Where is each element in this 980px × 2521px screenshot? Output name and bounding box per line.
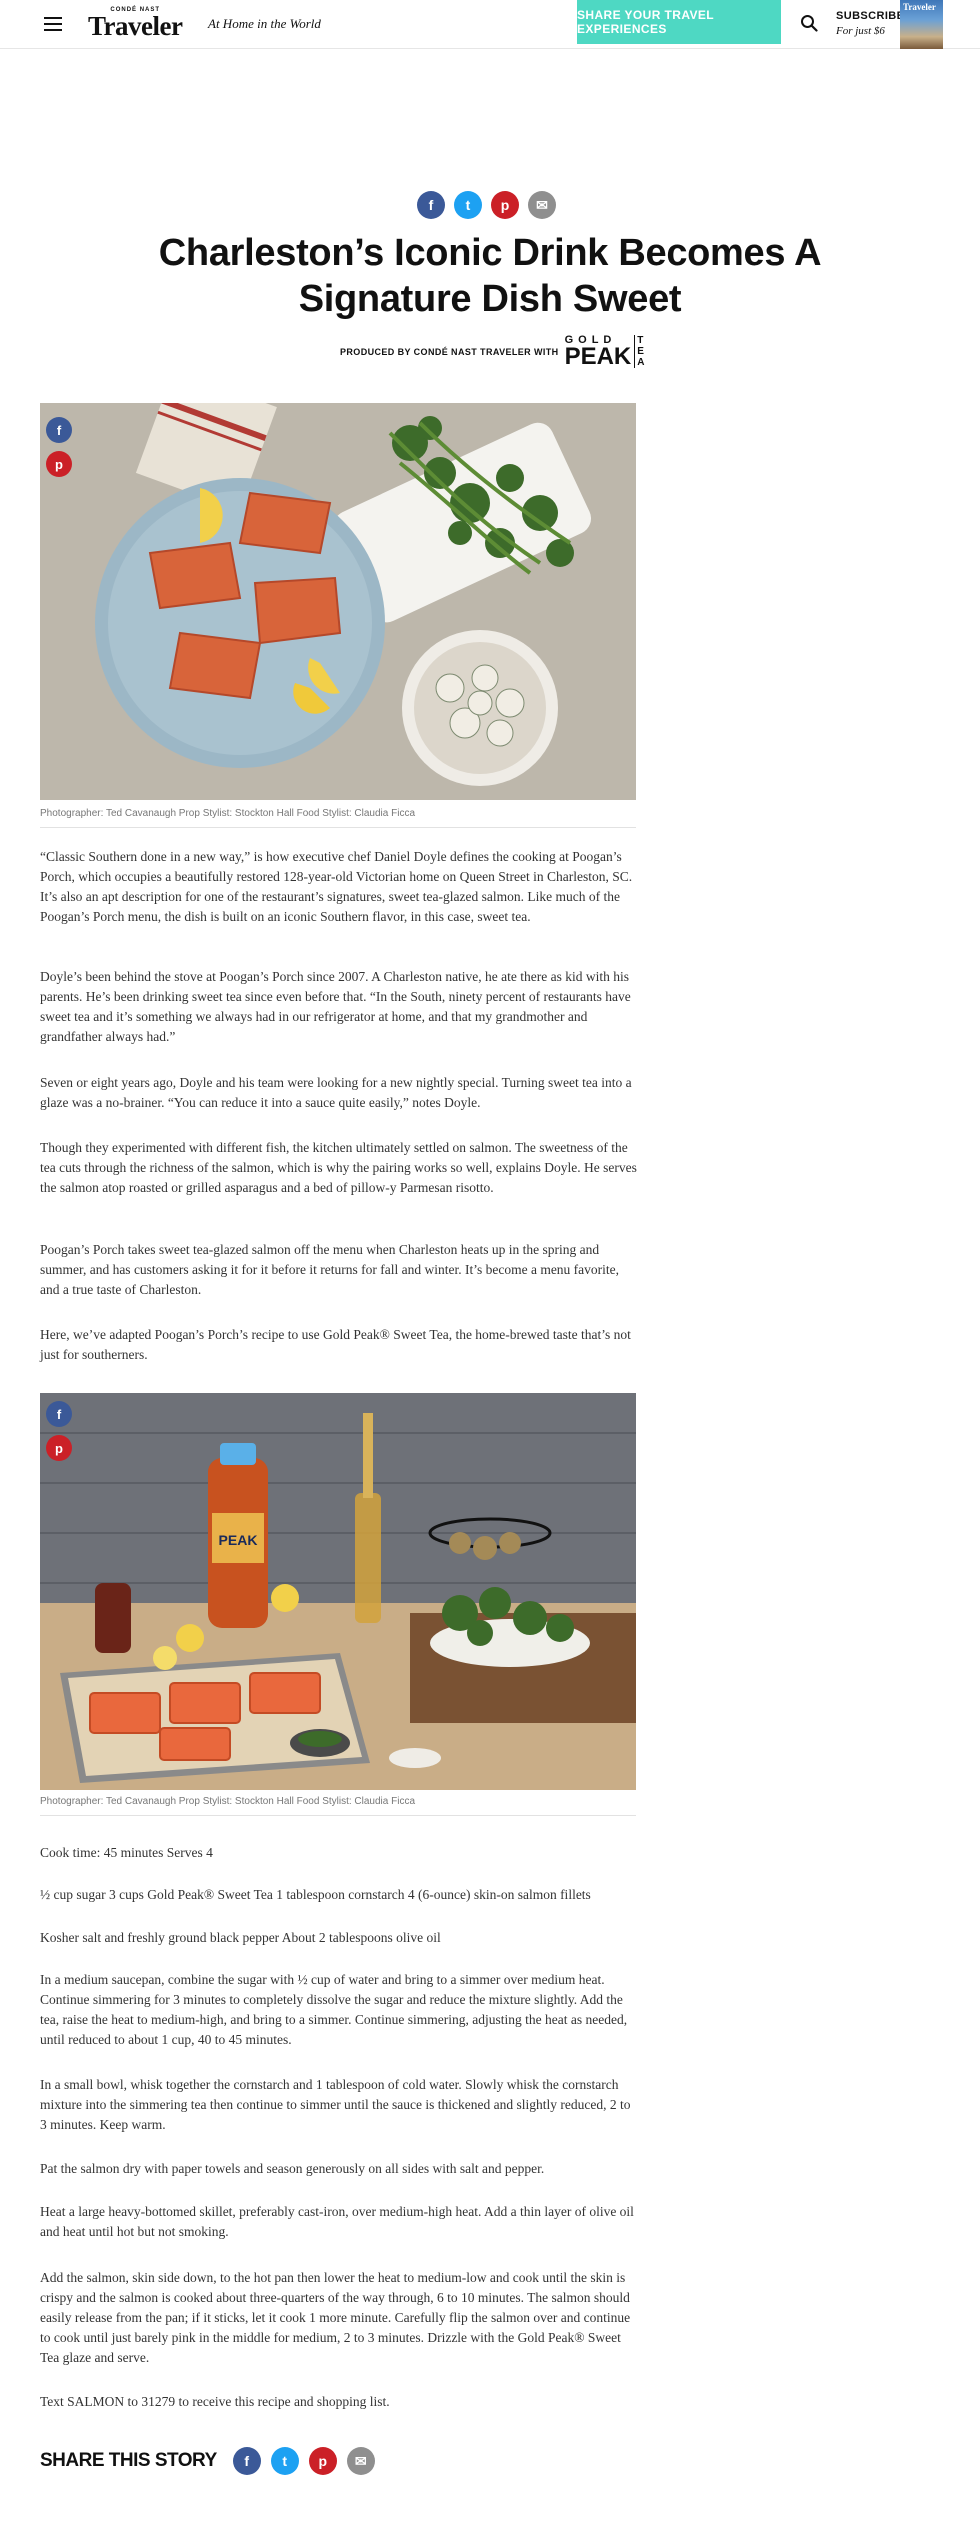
gold-peak-logo-tea-t: T [637, 335, 644, 346]
photo2-share-buttons: f p [46, 1401, 72, 1461]
photo-credit: Photographer: Ted Cavanaugh Prop Stylist… [40, 808, 636, 828]
facebook-share-icon[interactable]: f [232, 2447, 261, 2475]
article-paragraph: Though they experimented with different … [40, 1140, 637, 1195]
article-paragraph: Poogan’s Porch takes sweet tea-glazed sa… [40, 1242, 620, 1297]
magazine-cover-title: Traveler [903, 2, 936, 12]
produced-by-label: PRODUCED BY CONDÉ NAST TRAVELER WITH [340, 346, 559, 357]
article-paragraph: Here, we’ve adapted Poogan’s Porch’s rec… [40, 1327, 631, 1362]
search-icon[interactable] [800, 14, 818, 32]
gold-peak-logo[interactable]: GOLD PEAK T E A [564, 335, 645, 370]
site-header: CONDÉ NAST Traveler At Home in the World… [0, 0, 980, 49]
recipe-cook-time: Cook time: 45 minutes Serves 4 [40, 1845, 213, 1860]
article-title: Charleston’s Iconic Drink Becomes A Sign… [158, 232, 822, 320]
recipe-text-offer: Text SALMON to 31279 to receive this rec… [40, 2394, 390, 2409]
pinterest-share-icon[interactable]: p [491, 191, 519, 219]
facebook-share-icon[interactable]: f [417, 191, 445, 219]
facebook-share-icon[interactable]: f [46, 1401, 72, 1427]
bottle-brand-label: PEAK [219, 1532, 258, 1548]
magazine-cover-thumbnail[interactable]: Traveler [900, 0, 943, 49]
salmon-plate-illustration [40, 403, 636, 800]
subscribe-link[interactable]: SUBSCRIBE For just $6 [836, 10, 904, 37]
recipe-ingredients: ½ cup sugar 3 cups Gold Peak® Sweet Tea … [40, 1887, 591, 1902]
photo-credit: Photographer: Ted Cavanaugh Prop Stylist… [40, 1796, 636, 1816]
gold-peak-logo-tea-e: E [637, 346, 644, 357]
recipe-step: Pat the salmon dry with paper towels and… [40, 2161, 545, 2176]
share-story-label: SHARE THIS STORY [40, 2450, 217, 2471]
twitter-share-icon[interactable]: t [454, 191, 482, 219]
subscribe-price: For just $6 [836, 25, 885, 37]
article-paragraph: Seven or eight years ago, Doyle and his … [40, 1075, 632, 1110]
ingredients-illustration: PEAK [40, 1393, 636, 1790]
photo1-share-buttons: f p [46, 417, 72, 477]
recipe-step: In a medium saucepan, combine the sugar … [40, 1972, 628, 2047]
email-share-icon[interactable]: ✉ [528, 191, 556, 219]
gold-peak-logo-tea-a: A [637, 357, 645, 368]
site-logo[interactable]: CONDÉ NAST Traveler [88, 7, 183, 41]
menu-icon[interactable] [44, 17, 62, 31]
email-share-icon[interactable]: ✉ [346, 2447, 375, 2475]
logo-wordmark: Traveler [88, 11, 183, 41]
sweet-tea-ingredients-photo: PEAK f p [40, 1393, 636, 1790]
sponsor-line: PRODUCED BY CONDÉ NAST TRAVELER WITH GOL… [340, 335, 645, 370]
salmon-plate-photo: f p [40, 403, 636, 800]
site-tagline: At Home in the World [208, 16, 321, 31]
facebook-share-icon[interactable]: f [46, 417, 72, 443]
pinterest-share-icon[interactable]: p [46, 451, 72, 477]
recipe-step: In a small bowl, whisk together the corn… [40, 2077, 631, 2132]
pinterest-share-icon[interactable]: p [308, 2447, 337, 2475]
subscribe-title: SUBSCRIBE [836, 10, 905, 22]
recipe-step: Heat a large heavy-bottomed skillet, pre… [40, 2204, 634, 2239]
twitter-share-icon[interactable]: t [270, 2447, 299, 2475]
share-buttons-top: f t p ✉ [417, 191, 556, 219]
article-paragraph: “Classic Southern done in a new way,” is… [40, 849, 633, 924]
share-this-story: SHARE THIS STORY f t p ✉ [40, 2447, 375, 2475]
share-travel-experiences-button[interactable]: SHARE YOUR TRAVEL EXPERIENCES [577, 0, 781, 44]
recipe-ingredients: Kosher salt and freshly ground black pep… [40, 1930, 441, 1945]
gold-peak-logo-peak: PEAK [564, 343, 632, 370]
pinterest-share-icon[interactable]: p [46, 1435, 72, 1461]
recipe-step: Add the salmon, skin side down, to the h… [40, 2270, 631, 2365]
article-paragraph: Doyle’s been behind the stove at Poogan’… [40, 969, 631, 1044]
